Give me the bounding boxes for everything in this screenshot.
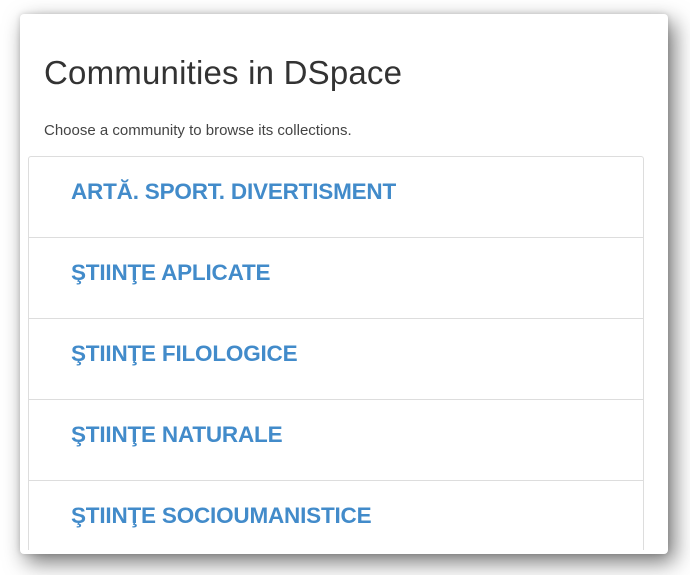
community-link-stiinte-filologice[interactable]: ŞTIINŢE FILOLOGICE	[29, 319, 643, 400]
community-link-arta-sport-divertisment[interactable]: ARTĂ. SPORT. DIVERTISMENT	[29, 157, 643, 238]
communities-panel: Communities in DSpace Choose a community…	[22, 16, 662, 550]
community-list: ARTĂ. SPORT. DIVERTISMENT ŞTIINŢE APLICA…	[28, 156, 644, 550]
community-link-stiinte-aplicate[interactable]: ŞTIINŢE APLICATE	[29, 238, 643, 319]
community-link-stiinte-naturale[interactable]: ŞTIINŢE NATURALE	[29, 400, 643, 481]
page-subtitle: Choose a community to browse its collect…	[44, 122, 352, 139]
page-title: Communities in DSpace	[44, 54, 403, 91]
community-link-stiinte-socioumanistice[interactable]: ŞTIINŢE SOCIOUMANISTICE	[29, 481, 643, 550]
